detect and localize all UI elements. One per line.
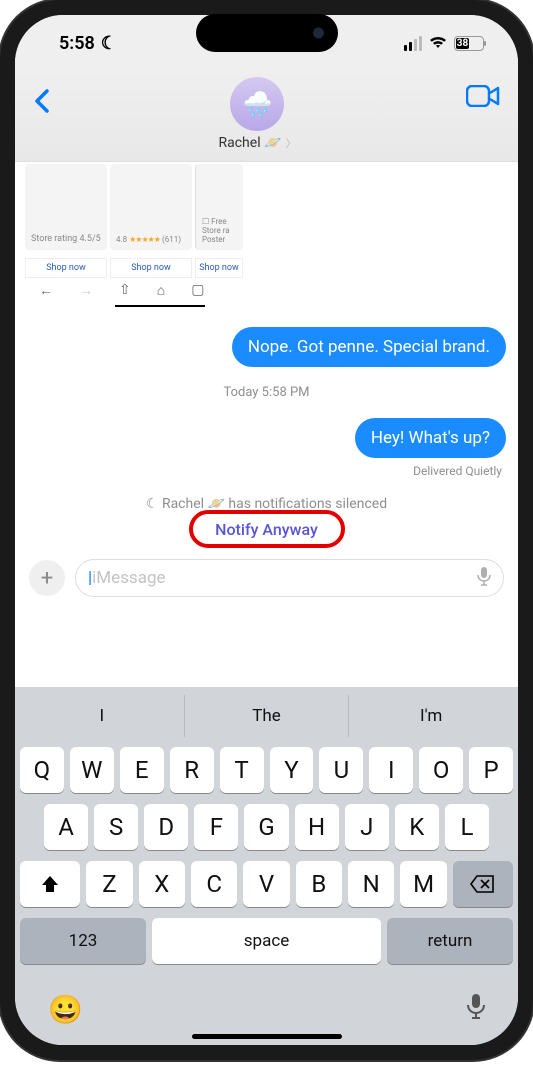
status-time: 5:58 <box>59 33 95 54</box>
return-key[interactable]: return <box>387 918 513 964</box>
key-a[interactable]: A <box>44 804 88 850</box>
keyboard: I The I'm Q W E R T Y U I O P A S D F <box>15 687 518 1045</box>
wifi-icon <box>429 33 447 54</box>
key-n[interactable]: N <box>348 861 394 907</box>
key-g[interactable]: G <box>244 804 288 850</box>
key-r[interactable]: R <box>170 747 214 793</box>
key-w[interactable]: W <box>70 747 114 793</box>
home-indicator[interactable] <box>192 1034 342 1039</box>
share-icon: ⇧ <box>119 282 131 299</box>
cellular-signal-icon <box>404 36 422 51</box>
preview-rating: Store rating 4.5/5 <box>31 234 101 244</box>
numbers-key[interactable]: 123 <box>20 918 146 964</box>
back-arrow-icon: ← <box>39 282 53 299</box>
shop-now-link[interactable]: Shop now <box>25 258 107 278</box>
key-l[interactable]: L <box>445 804 489 850</box>
key-e[interactable]: E <box>120 747 164 793</box>
key-f[interactable]: F <box>194 804 238 850</box>
space-key[interactable]: space <box>152 918 381 964</box>
home-icon: ⌂ <box>157 282 165 299</box>
avatar: 🌧️ <box>230 77 284 131</box>
facetime-button[interactable] <box>466 77 500 111</box>
shop-now-link[interactable]: Shop now <box>110 258 192 278</box>
contact-info[interactable]: 🌧️ Rachel 🪐 〉 <box>218 77 296 151</box>
key-d[interactable]: D <box>144 804 188 850</box>
dictation-icon[interactable] <box>477 566 491 591</box>
focus-moon-icon: ☾ <box>101 33 117 54</box>
outgoing-message[interactable]: Nope. Got penne. Special brand. <box>232 327 506 367</box>
back-button[interactable] <box>33 77 49 121</box>
timestamp: Today 5:58 PM <box>15 385 518 400</box>
link-preview[interactable]: Store rating 4.5/5 4.8 ★★★★★ (611) ☐ Fre… <box>25 164 508 250</box>
add-attachment-button[interactable]: + <box>29 560 65 596</box>
key-b[interactable]: B <box>296 861 342 907</box>
key-v[interactable]: V <box>243 861 289 907</box>
chevron-right-icon: 〉 <box>286 135 297 151</box>
browser-toolbar: ← → ⇧ ⌂ ▢ <box>25 278 518 303</box>
prediction[interactable]: The <box>185 695 350 737</box>
dictation-button[interactable] <box>467 993 485 1026</box>
key-u[interactable]: U <box>319 747 363 793</box>
key-j[interactable]: J <box>345 804 389 850</box>
key-i[interactable]: I <box>369 747 413 793</box>
prediction[interactable]: I'm <box>349 695 513 737</box>
shift-key[interactable] <box>20 861 80 907</box>
prediction[interactable]: I <box>20 695 185 737</box>
key-p[interactable]: P <box>469 747 513 793</box>
key-x[interactable]: X <box>139 861 185 907</box>
key-z[interactable]: Z <box>86 861 132 907</box>
key-t[interactable]: T <box>220 747 264 793</box>
shop-now-link[interactable]: Shop now <box>195 258 243 278</box>
annotation-highlight <box>189 510 345 548</box>
delivery-status: Delivered Quietly <box>31 464 502 478</box>
key-s[interactable]: S <box>94 804 138 850</box>
forward-arrow-icon: → <box>79 282 93 299</box>
message-input[interactable]: |iMessage <box>75 559 504 597</box>
moon-icon: ☾ <box>146 496 159 512</box>
conversation-header: 🌧️ Rachel 🪐 〉 <box>15 71 518 162</box>
key-y[interactable]: Y <box>270 747 314 793</box>
key-q[interactable]: Q <box>20 747 64 793</box>
key-o[interactable]: O <box>419 747 463 793</box>
stars-icon: ★★★★★ <box>129 235 160 244</box>
dynamic-island <box>196 14 338 52</box>
battery-icon: 38 <box>454 36 484 51</box>
message-thread[interactable]: Store rating 4.5/5 4.8 ★★★★★ (611) ☐ Fre… <box>15 162 518 687</box>
contact-name-label: Rachel 🪐 <box>218 135 281 151</box>
key-c[interactable]: C <box>191 861 237 907</box>
key-k[interactable]: K <box>395 804 439 850</box>
emoji-button[interactable]: 😀 <box>48 993 83 1026</box>
outgoing-message[interactable]: Hey! What's up? <box>355 418 506 458</box>
key-h[interactable]: H <box>295 804 339 850</box>
delete-key[interactable] <box>453 861 513 907</box>
key-m[interactable]: M <box>400 861 446 907</box>
message-input-bar: + |iMessage <box>15 553 518 607</box>
tabs-icon: ▢ <box>191 282 204 299</box>
